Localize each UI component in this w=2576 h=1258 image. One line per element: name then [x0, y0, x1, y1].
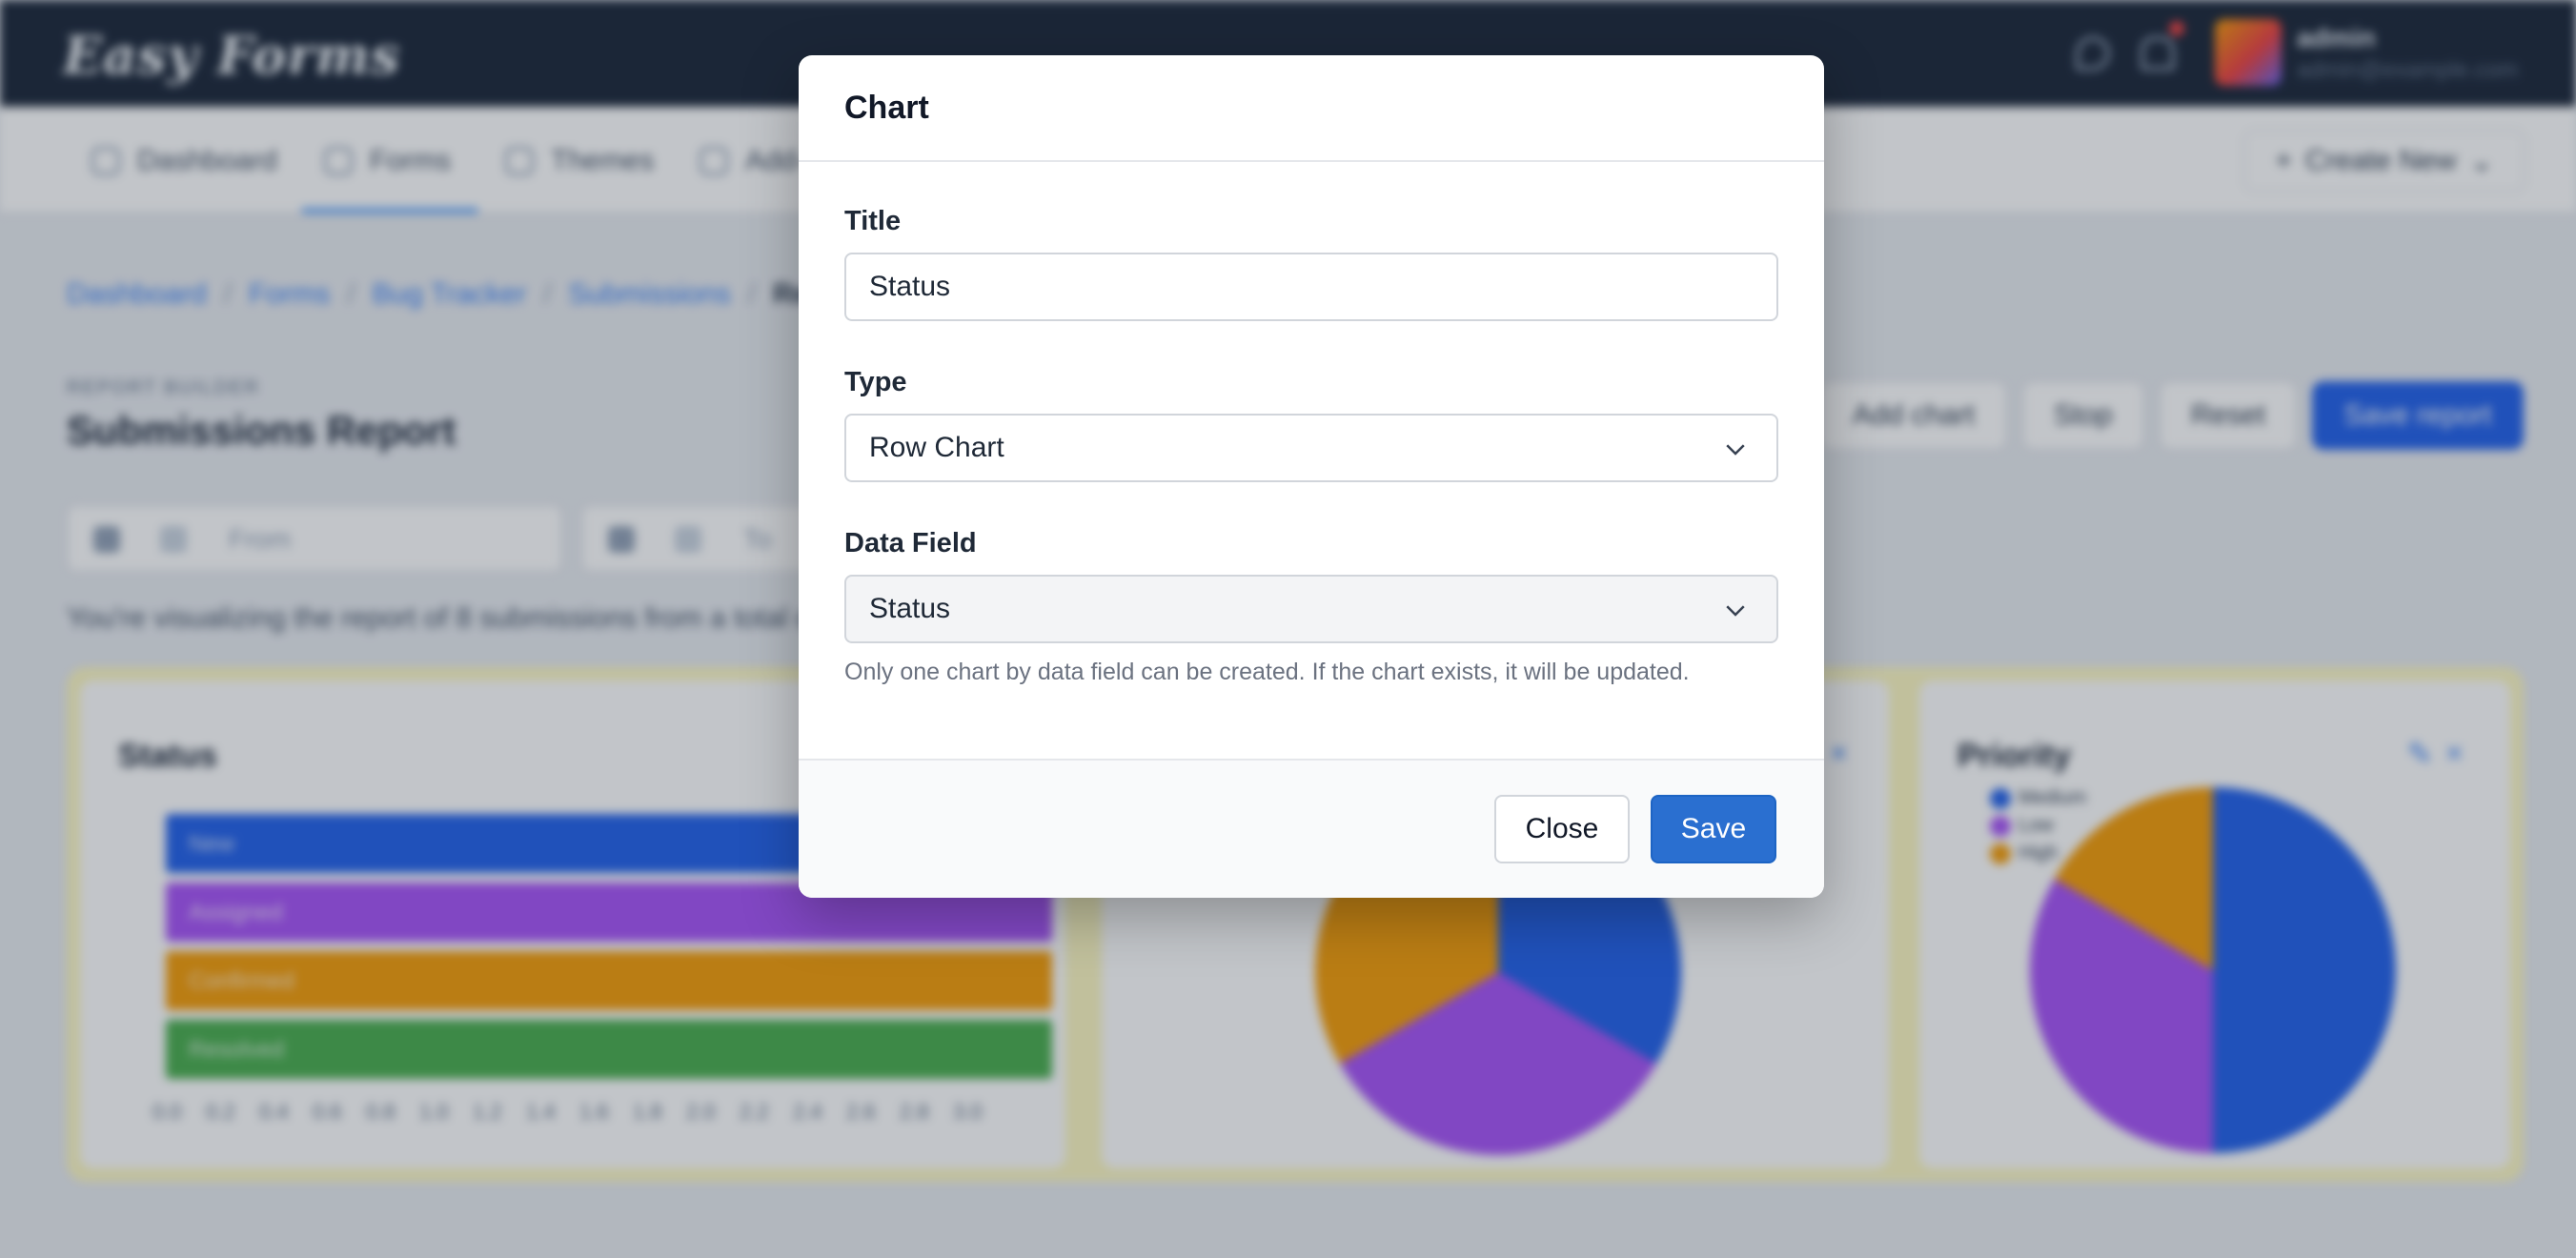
type-select-value: Row Chart [869, 432, 1004, 463]
modal-header: Chart [799, 55, 1824, 162]
modal-footer: Close Save [799, 759, 1824, 898]
data-field-select-value: Status [869, 593, 951, 624]
data-field-help-text: Only one chart by data field can be crea… [844, 659, 1690, 685]
chevron-down-icon [1726, 605, 1745, 617]
chart-modal: Chart Title Status Type Row Chart Data F… [799, 55, 1824, 898]
chevron-down-icon [1726, 444, 1745, 456]
title-label: Title [844, 206, 902, 236]
data-field-label: Data Field [844, 528, 977, 558]
data-field-select[interactable]: Status [844, 575, 1778, 643]
save-button[interactable]: Save [1651, 795, 1776, 863]
type-select[interactable]: Row Chart [844, 414, 1778, 482]
close-button[interactable]: Close [1494, 795, 1630, 863]
title-input[interactable]: Status [844, 253, 1778, 321]
modal-body: Title Status Type Row Chart Data Field S… [799, 162, 1824, 686]
type-label: Type [844, 367, 907, 397]
modal-title: Chart [844, 89, 929, 126]
